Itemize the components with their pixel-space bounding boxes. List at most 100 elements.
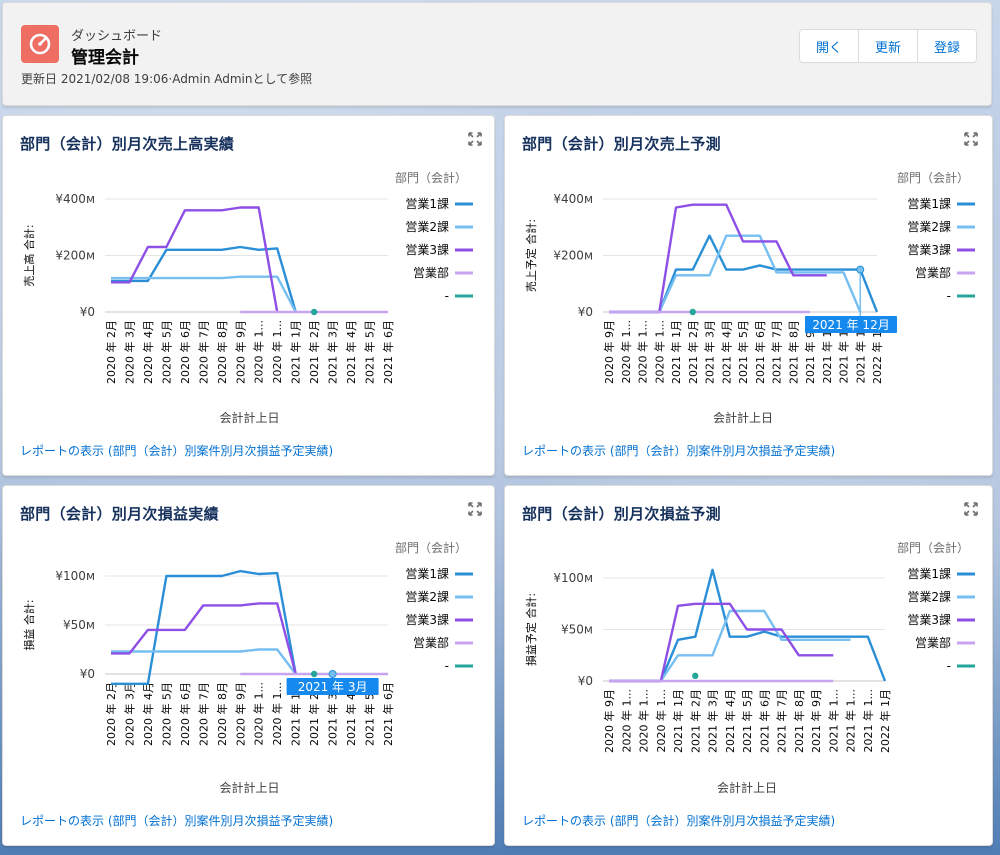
x-tick-label: 2020 年 1... <box>619 689 633 752</box>
legend-label: 営業3課 <box>405 242 449 257</box>
y-tick-label: ¥200м <box>55 249 95 263</box>
x-tick-label: 2021 年 9月 <box>809 689 823 753</box>
series-line <box>609 234 862 314</box>
x-tick-label: 2021 年 6月 <box>381 320 395 384</box>
chart-card-profit-actual: 部門（会計）別月次損益実績 ¥0 ¥50м ¥100м 損益 合計: 2020 年 2月… <box>2 485 495 846</box>
x-tick-label: 2021 年 4月 <box>723 689 737 753</box>
subscribe-button[interactable]: 登録 <box>916 30 976 62</box>
x-tick-label: 2020 年 5月 <box>159 320 173 384</box>
x-tick-label: 2020 年 2月 <box>104 320 118 384</box>
x-tick-label: 2020 年 1... <box>270 320 284 383</box>
x-tick-label: 2021 年 1... <box>861 689 875 752</box>
legend-label: 営業3課 <box>907 612 951 627</box>
y-axis-label: 売上高 合計: <box>22 224 36 286</box>
legend-title: 部門（会計） <box>395 170 467 185</box>
x-tick-label: 2021 年 4月 <box>344 320 358 384</box>
view-report-link[interactable]: レポートの表示 (部門（会計）別案件別月次損益予定実績) <box>20 442 333 459</box>
view-report-link[interactable]: レポートの表示 (部門（会計）別案件別月次損益予定実績) <box>522 442 835 459</box>
legend-label: 営業部 <box>915 635 951 650</box>
legend-label: 営業部 <box>915 265 951 280</box>
x-tick-label: 2020 年 3月 <box>122 682 136 746</box>
tooltip-text: 2021 年 12月 <box>812 318 889 332</box>
legend-label: - <box>947 289 951 303</box>
x-tick-label: 2021 年 5月 <box>736 320 750 384</box>
view-report-link[interactable]: レポートの表示 (部門（会計）別案件別月次損益予定実績) <box>20 812 333 829</box>
series-line <box>609 234 879 314</box>
x-tick-label: 2021 年 2月 <box>307 320 321 384</box>
x-tick-label: 2020 年 3月 <box>122 320 136 384</box>
x-tick-label: 2021 年 6月 <box>381 682 395 746</box>
x-tick-label: 2020 年 2月 <box>104 682 118 746</box>
legend-label: 営業部 <box>413 265 449 280</box>
legend-label: 営業3課 <box>907 242 951 257</box>
x-tick-label: 2020 年 1... <box>270 682 284 745</box>
header-info: 更新日 2021/02/08 19:06·Admin Adminとして参照 <box>21 72 313 86</box>
y-tick-label: ¥0 <box>578 305 593 319</box>
series-line <box>111 569 297 685</box>
x-tick-label: 2020 年 4月 <box>141 682 155 746</box>
legend-label: 営業1課 <box>907 566 951 581</box>
y-tick-label: ¥0 <box>578 674 593 688</box>
y-tick-label: ¥100м <box>55 569 95 583</box>
x-tick-label: 2021 年 2月 <box>686 320 700 384</box>
series-point <box>310 308 318 316</box>
y-axis-label: 損益予定 合計: <box>524 593 538 666</box>
line-chart: ¥0 ¥200м ¥400м 売上高 合計: 2020 年 2月 2020 年 3月 202… <box>22 170 473 425</box>
x-tick-label: 2021 年 1... <box>844 689 858 752</box>
x-tick-label: 2020 年 1... <box>636 320 650 383</box>
legend-title: 部門（会計） <box>897 540 969 555</box>
header-button-group: 開く 更新 登録 <box>798 29 977 63</box>
x-tick-label: 2021 年 1月 <box>671 689 685 753</box>
series-point <box>689 308 696 316</box>
header-subtitle: ダッシュボード <box>71 29 163 44</box>
chart-card-sales-actual: 部門（会計）別月次売上高実績 ¥0 ¥200м ¥400м 売上高 合計: 2020 年… <box>2 115 495 476</box>
y-tick-label: ¥0 <box>80 667 95 681</box>
x-tick-label: 2020 年 1... <box>252 682 266 745</box>
series-line <box>609 609 851 683</box>
y-tick-label: ¥100м <box>553 571 593 585</box>
series-line <box>609 602 834 683</box>
legend-label: 営業1課 <box>405 566 449 581</box>
x-tick-label: 2020 年 4月 <box>141 320 155 384</box>
legend-title: 部門（会計） <box>897 170 969 185</box>
x-tick-label: 2020 年 9月 <box>233 682 247 746</box>
x-tick-label: 2020 年 9月 <box>602 320 616 384</box>
hover-point <box>328 670 337 678</box>
open-button[interactable]: 開く <box>799 30 858 62</box>
legend-label: 営業2課 <box>907 589 951 604</box>
x-tick-label: 2020 年 8月 <box>215 682 229 746</box>
x-tick-label: 2020 年 1... <box>637 689 651 752</box>
series-point <box>692 672 699 680</box>
legend-label: 営業1課 <box>907 196 951 211</box>
x-tick-label: 2021 年 4月 <box>719 320 733 384</box>
tooltip-text: 2021 年 3月 <box>298 680 368 694</box>
series-line <box>111 648 297 675</box>
y-tick-label: ¥200м <box>553 249 593 263</box>
chart-card-profit-forecast: 部門（会計）別月次損益予測 ¥0 ¥50м ¥100м 損益予定 合計: 2020 年 … <box>504 485 993 846</box>
x-tick-label: 2020 年 7月 <box>196 320 210 384</box>
x-tick-label: 2020 年 7月 <box>196 682 210 746</box>
x-tick-label: 2021 年 8月 <box>786 320 800 384</box>
chart-card-sales-forecast: 部門（会計）別月次売上予測 ¥0 ¥200м ¥400м 売上予定 合計: 2020 年… <box>504 115 993 476</box>
refresh-button[interactable]: 更新 <box>857 30 917 62</box>
series-point <box>310 670 318 678</box>
x-tick-label: 2021 年 3月 <box>706 689 720 753</box>
x-tick-label: 2021 年 2月 <box>688 689 702 753</box>
legend-label: - <box>947 659 951 673</box>
view-report-link[interactable]: レポートの表示 (部門（会計）別案件別月次損益予定実績) <box>522 812 835 829</box>
y-tick-label: ¥400м <box>553 192 593 206</box>
dashboard-header: ダッシュボード 管理会計 更新日 2021/02/08 19:06·Admin … <box>2 2 992 106</box>
x-tick-label: 2020 年 9月 <box>233 320 247 384</box>
legend-label: 営業2課 <box>907 219 951 234</box>
y-tick-label: ¥50м <box>63 618 95 632</box>
y-tick-label: ¥400м <box>55 192 95 206</box>
x-tick-label: 2020 年 8月 <box>215 320 229 384</box>
y-axis-label: 損益 合計: <box>22 599 36 650</box>
legend-label: 営業部 <box>413 635 449 650</box>
x-tick-label: 2020 年 6月 <box>178 320 192 384</box>
y-tick-label: ¥50м <box>561 623 593 637</box>
x-tick-label: 2021 年 1... <box>826 689 840 752</box>
x-tick-label: 2021 年 3月 <box>703 320 717 384</box>
x-axis-label: 会計計上日 <box>713 410 773 425</box>
x-tick-label: 2021 年 1月 <box>289 320 303 384</box>
